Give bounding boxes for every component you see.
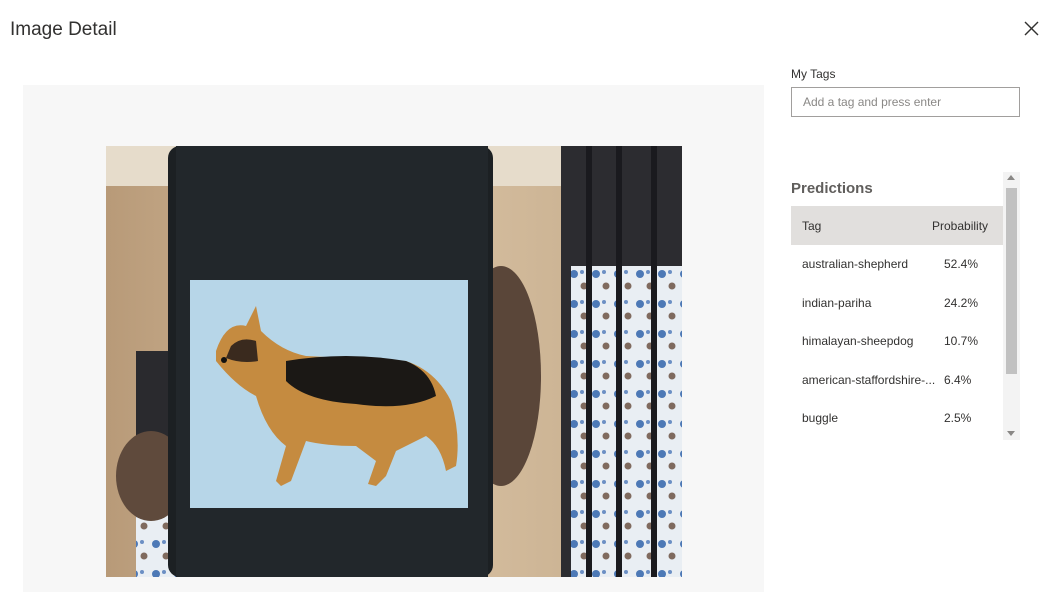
column-header-tag[interactable]: Tag [791,219,932,233]
table-row[interactable]: himalayan-sheepdog 10.7% [791,322,1003,361]
tag-input[interactable] [791,87,1020,117]
dialog-title: Image Detail [10,19,117,40]
column-header-probability[interactable]: Probability [932,219,1003,233]
prediction-probability: 10.7% [944,334,979,349]
prediction-tag: himalayan-sheepdog [802,334,914,349]
predictions-heading: Predictions [791,180,873,197]
prediction-probability: 6.4% [944,372,972,387]
predictions-scrollbar[interactable] [1003,172,1020,440]
scrollbar-thumb[interactable] [1006,188,1017,374]
predictions-table: Tag Probability australian-shepherd 52.4… [791,206,1003,438]
prediction-tag: indian-pariha [802,295,872,310]
scroll-up-arrow-icon[interactable] [1007,175,1015,180]
table-row[interactable]: buggle 2.5% [791,399,1003,438]
table-row[interactable]: american-staffordshire-... 6.4% [791,361,1003,400]
close-icon [1024,21,1039,36]
table-row[interactable]: australian-shepherd 52.4% [791,245,1003,284]
prediction-tag: american-staffordshire-... [802,372,936,387]
preview-image [106,146,682,577]
table-row[interactable]: indian-pariha 24.2% [791,284,1003,323]
predictions-table-header: Tag Probability [791,206,1003,245]
prediction-tag: australian-shepherd [802,257,909,272]
prediction-tag: buggle [802,411,839,426]
close-button[interactable] [1020,17,1039,39]
prediction-probability: 52.4% [944,257,979,272]
my-tags-label: My Tags [791,67,836,81]
prediction-probability: 2.5% [944,411,972,426]
image-preview-panel [23,85,764,592]
prediction-probability: 24.2% [944,295,979,310]
scroll-down-arrow-icon[interactable] [1007,431,1015,436]
